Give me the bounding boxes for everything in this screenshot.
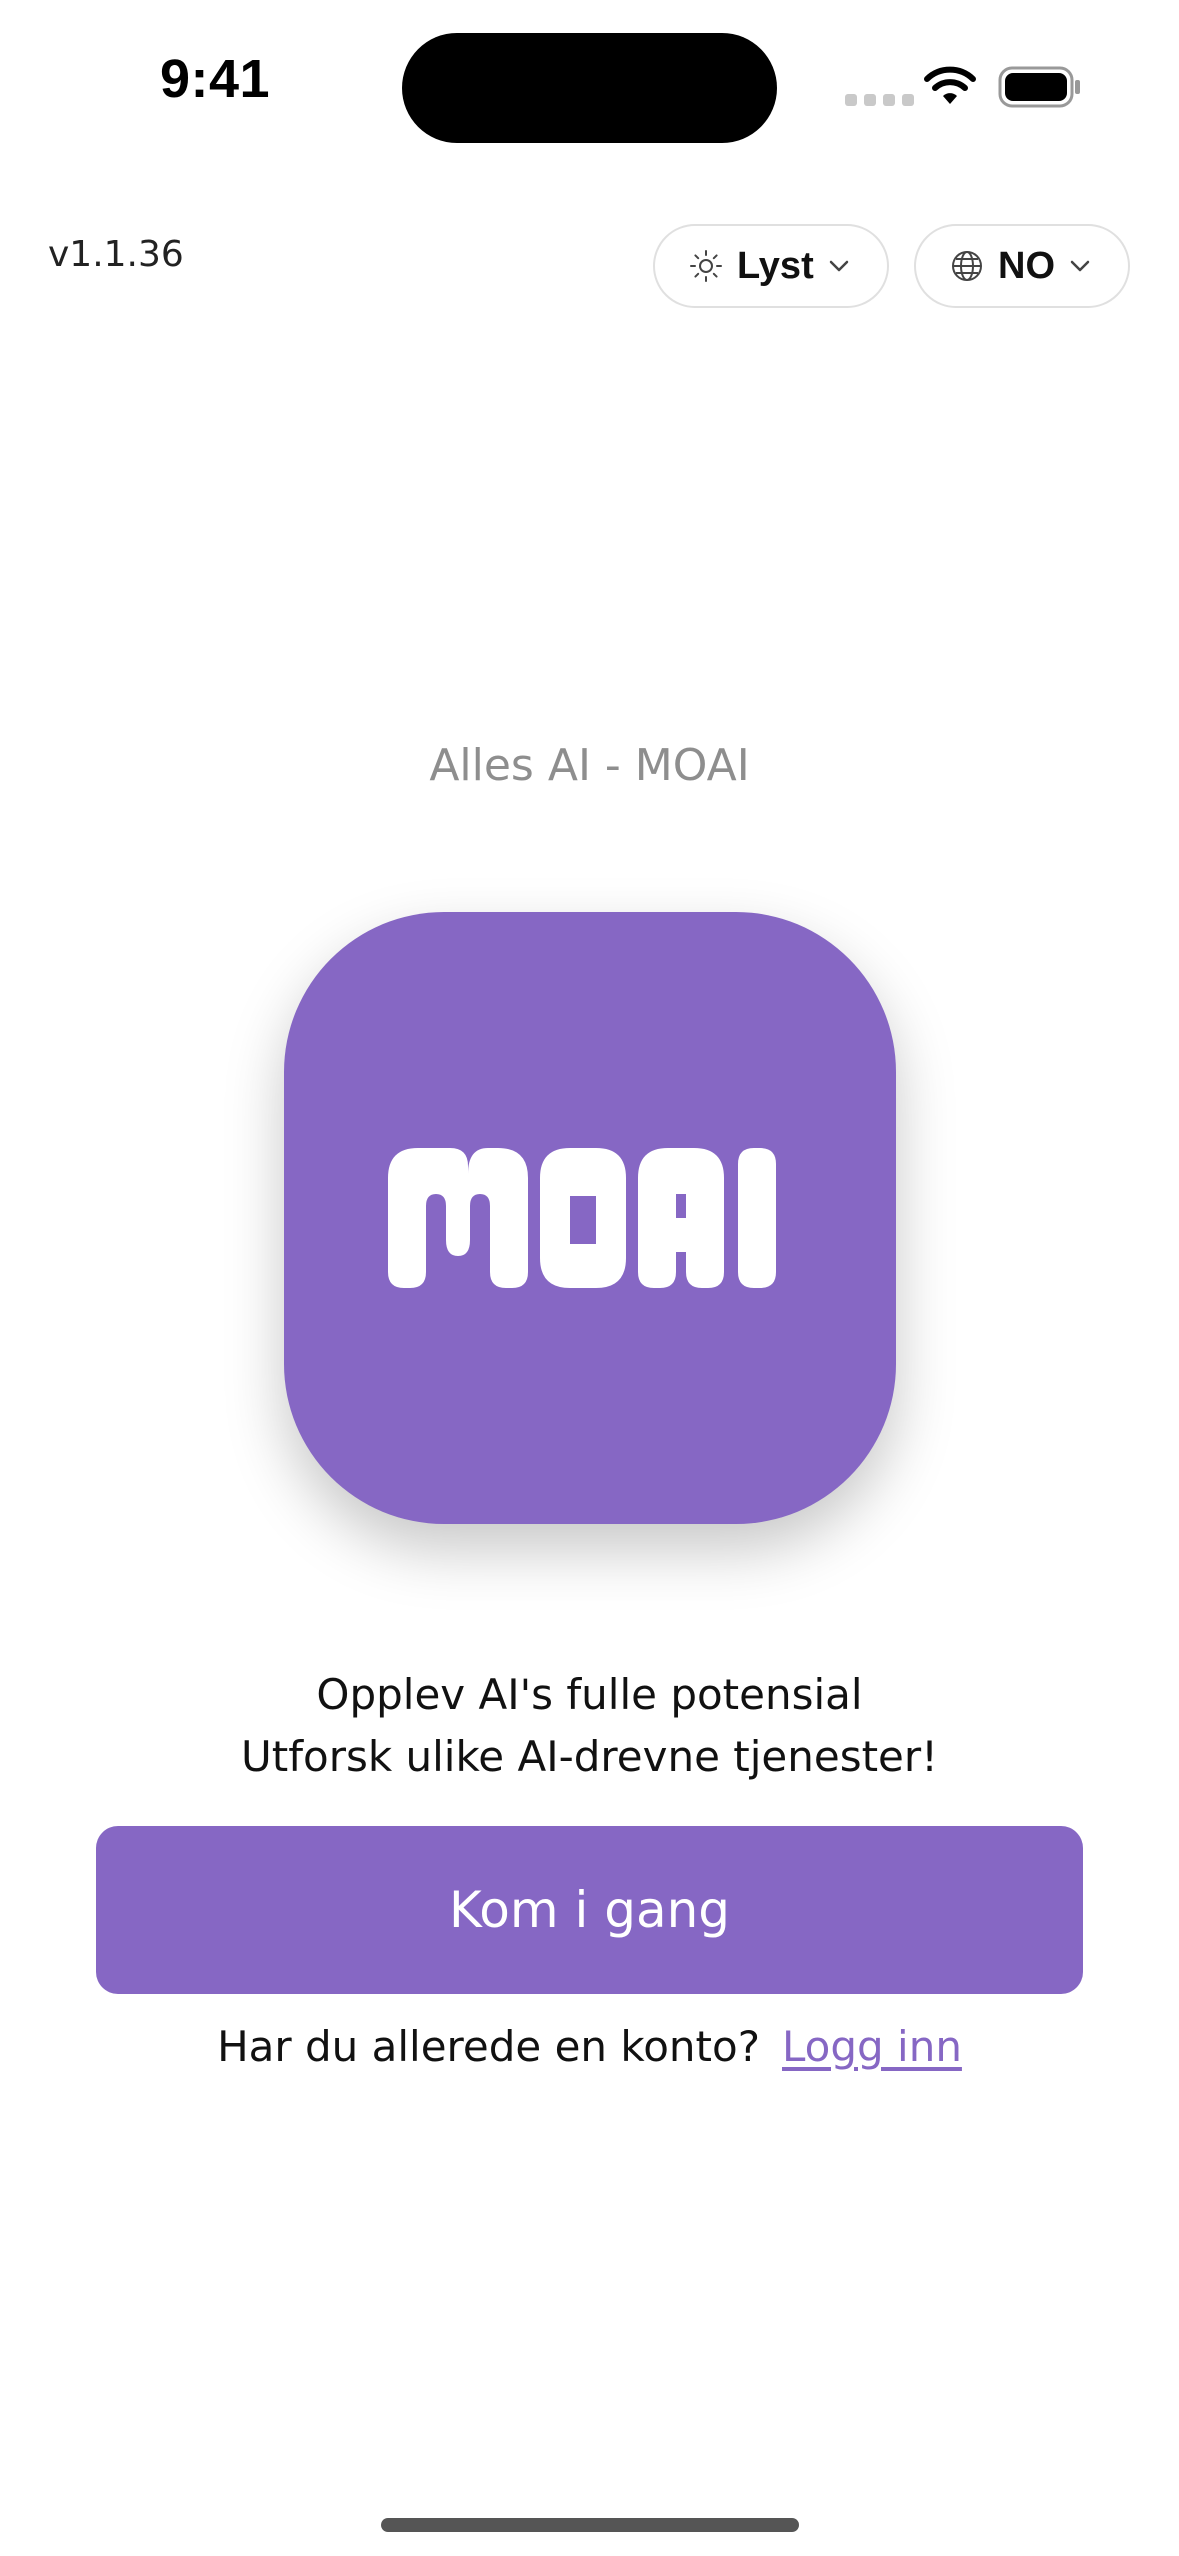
get-started-button[interactable]: Kom i gang — [96, 1826, 1083, 1994]
wifi-icon — [924, 66, 976, 104]
app-name: Alles AI - MOAI — [429, 740, 750, 791]
cellular-signal-icon — [845, 94, 914, 106]
sun-icon — [690, 250, 722, 282]
home-indicator — [381, 2518, 799, 2532]
tagline-line-2: Utforsk ulike AI-drevne tjenester! — [241, 1732, 938, 1781]
moai-logo-wordmark — [388, 1148, 776, 1288]
login-row: Har du allerede en konto? Logg inn — [0, 2022, 1179, 2071]
language-selector[interactable]: NO — [914, 224, 1130, 308]
app-version: v1.1.36 — [48, 234, 184, 275]
app-logo — [284, 912, 896, 1524]
tagline-line-1: Opplev AI's fulle potensial — [316, 1670, 863, 1719]
tagline: Opplev AI's fulle potensial Utforsk ulik… — [0, 1664, 1179, 1788]
theme-selector-label: Lyst — [737, 244, 814, 287]
status-time: 9:41 — [159, 49, 271, 109]
login-prompt: Har du allerede en konto? — [217, 2022, 760, 2071]
theme-selector[interactable]: Lyst — [653, 224, 889, 308]
chevron-down-icon — [829, 260, 848, 272]
globe-icon — [952, 251, 982, 281]
dynamic-island — [402, 33, 777, 143]
chevron-down-icon — [1070, 260, 1090, 272]
login-link[interactable]: Logg inn — [782, 2022, 962, 2071]
battery-icon — [998, 66, 1080, 108]
language-selector-label: NO — [998, 244, 1055, 287]
